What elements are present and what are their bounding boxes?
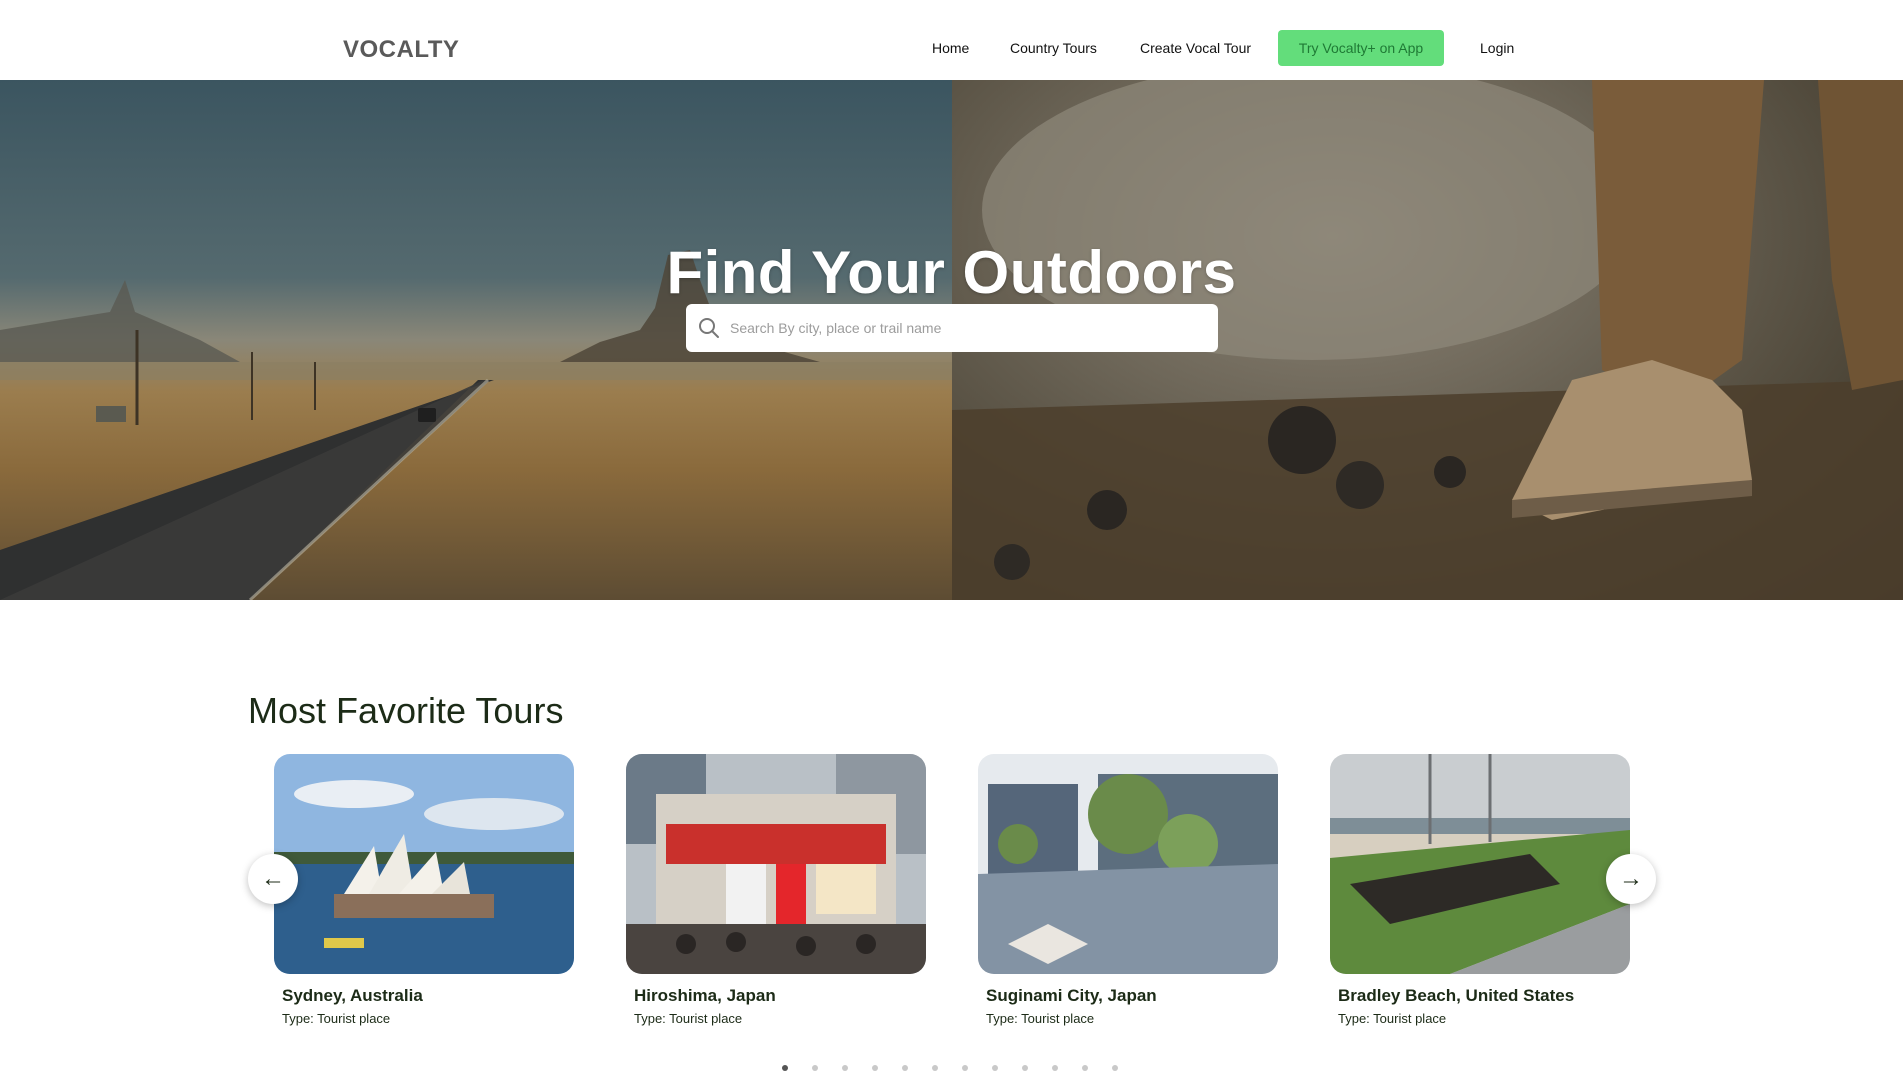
nav-country-tours[interactable]: Country Tours [1010, 40, 1097, 56]
carousel-dot[interactable] [812, 1065, 818, 1071]
tour-card[interactable]: Bradley Beach, United States Type: Touri… [1330, 754, 1630, 1026]
carousel-prev-button[interactable]: ← [248, 854, 298, 904]
carousel-dot[interactable] [782, 1065, 788, 1071]
hero-banner: Find Your Outdoors [0, 80, 1903, 600]
nav-create-vocal-tour[interactable]: Create Vocal Tour [1140, 40, 1251, 56]
suginami-plaza-illustration [978, 754, 1278, 974]
tour-image-bradley-beach[interactable] [1330, 754, 1630, 974]
tour-card[interactable]: Sydney, Australia Type: Tourist place [274, 754, 574, 1026]
site-logo[interactable]: VOCALTY [343, 36, 459, 64]
hero-search-box[interactable] [686, 304, 1218, 352]
carousel-next-button[interactable]: → [1606, 854, 1656, 904]
nav-home[interactable]: Home [932, 40, 969, 56]
tour-card-type: Type: Tourist place [282, 1011, 391, 1026]
tour-card-title[interactable]: Sydney, Australia [282, 986, 574, 1006]
tour-card[interactable]: Hiroshima, Japan Type: Tourist place [626, 754, 926, 1026]
carousel-dot[interactable] [902, 1065, 908, 1071]
carousel-dot[interactable] [1112, 1065, 1118, 1071]
sydney-opera-house-illustration [274, 754, 574, 974]
login-link[interactable]: Login [1480, 40, 1514, 56]
tour-image-suginami[interactable] [978, 754, 1278, 974]
tour-image-hiroshima[interactable] [626, 754, 926, 974]
carousel-dot[interactable] [1052, 1065, 1058, 1071]
hiroshima-street-illustration [626, 754, 926, 974]
carousel-dot[interactable] [962, 1065, 968, 1071]
tour-card-title[interactable]: Suginami City, Japan [986, 986, 1278, 1006]
carousel-dot[interactable] [842, 1065, 848, 1071]
carousel-dot[interactable] [1082, 1065, 1088, 1071]
tour-image-sydney[interactable] [274, 754, 574, 974]
carousel-dot[interactable] [1022, 1065, 1028, 1071]
site-header: VOCALTY Home Country Tours Create Vocal … [0, 0, 1903, 80]
tour-card-type: Type: Tourist place [1338, 1011, 1447, 1026]
carousel-pagination [782, 1065, 1142, 1071]
tour-card[interactable]: Suginami City, Japan Type: Tourist place [978, 754, 1278, 1026]
arrow-left-icon: ← [261, 865, 285, 892]
tour-card-type: Type: Tourist place [634, 1011, 743, 1026]
search-icon [699, 318, 719, 338]
arrow-right-icon: → [1619, 865, 1643, 892]
tour-card-title[interactable]: Bradley Beach, United States [1338, 986, 1630, 1006]
hero-title: Find Your Outdoors [666, 239, 1237, 306]
carousel-dot[interactable] [992, 1065, 998, 1071]
tour-card-title[interactable]: Hiroshima, Japan [634, 986, 926, 1006]
section-title-favorite-tours: Most Favorite Tours [248, 690, 564, 731]
tour-card-type: Type: Tourist place [986, 1011, 1095, 1026]
search-input[interactable] [730, 320, 1190, 336]
bradley-beach-illustration [1330, 754, 1630, 974]
carousel-dot[interactable] [932, 1065, 938, 1071]
favorite-tours-carousel: Sydney, Australia Type: Tourist place Hi… [274, 754, 1630, 1034]
carousel-dot[interactable] [872, 1065, 878, 1071]
try-vocalty-app-button[interactable]: Try Vocalty+ on App [1278, 30, 1444, 66]
